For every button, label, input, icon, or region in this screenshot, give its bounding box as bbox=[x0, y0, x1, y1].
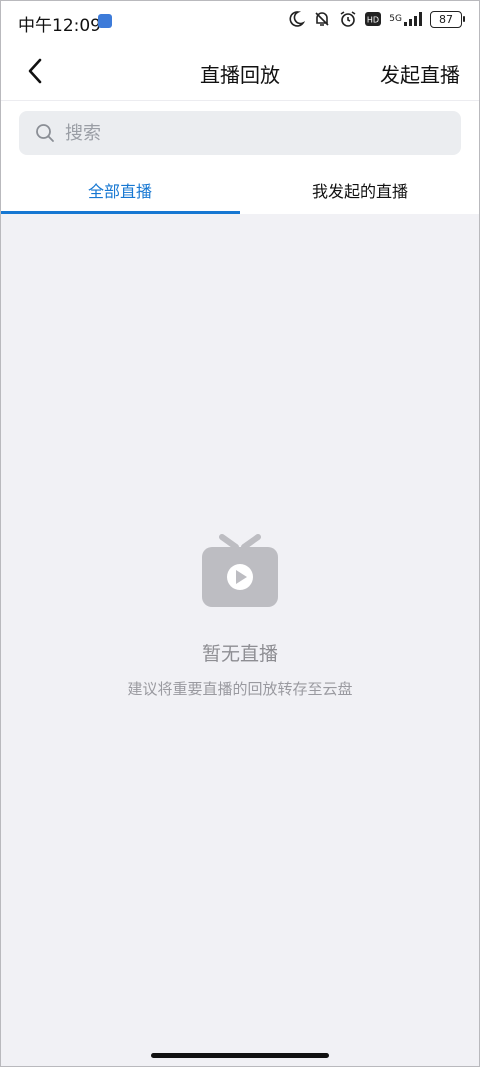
app-notification-icon bbox=[98, 14, 112, 28]
tv-icon bbox=[202, 534, 278, 607]
signal-icon bbox=[404, 12, 422, 26]
search-input[interactable] bbox=[65, 111, 445, 155]
alarm-icon bbox=[340, 11, 356, 27]
empty-title: 暂无直播 bbox=[201, 643, 278, 665]
empty-state: 暂无直播 建议将重要直播的回放转存至云盘 bbox=[0, 533, 480, 699]
header: 直播回放 发起直播 bbox=[0, 42, 480, 101]
status-bar: 中午12:09 HD 5G 87 bbox=[0, 0, 480, 42]
moon-icon bbox=[289, 11, 306, 27]
hd-icon: HD bbox=[365, 12, 382, 26]
network-label: 5G bbox=[389, 14, 402, 24]
search-box[interactable] bbox=[19, 111, 461, 155]
empty-description: 建议将重要直播的回放转存至云盘 bbox=[127, 680, 353, 698]
mute-icon bbox=[315, 12, 329, 26]
search-section bbox=[0, 101, 480, 165]
tab-bar: 全部直播 我发起的直播 bbox=[0, 165, 480, 214]
battery-icon: 87 bbox=[430, 10, 465, 28]
tab-my-live[interactable]: 我发起的直播 bbox=[240, 165, 480, 214]
home-indicator[interactable] bbox=[151, 1053, 329, 1058]
battery-level: 87 bbox=[439, 12, 453, 26]
status-icons: HD 5G 87 bbox=[287, 10, 465, 28]
status-time: 中午12:09 bbox=[18, 16, 101, 36]
start-live-button[interactable]: 发起直播 bbox=[380, 59, 460, 88]
svg-text:HD: HD bbox=[367, 16, 379, 25]
tab-active-indicator bbox=[0, 211, 240, 214]
search-icon bbox=[36, 124, 54, 142]
tab-all-live[interactable]: 全部直播 bbox=[0, 165, 240, 214]
